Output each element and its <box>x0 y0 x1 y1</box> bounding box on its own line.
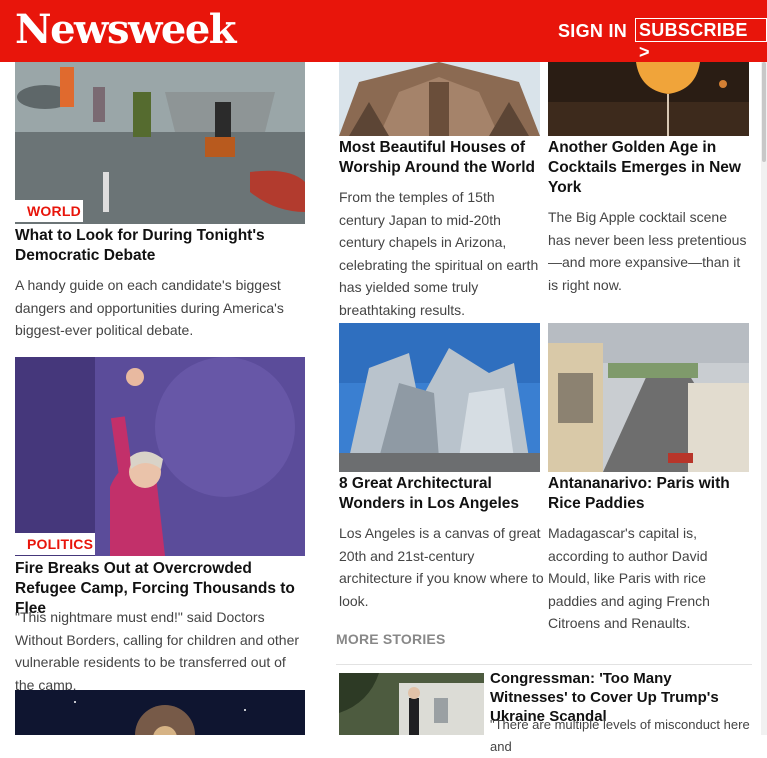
article-headline[interactable]: Antananarivo: Paris with Rice Paddies <box>548 474 753 514</box>
site-header: Newsweek SIGN IN SUBSCRIBE > <box>0 0 767 62</box>
article-summary: "This nightmare must end!" said Doctors … <box>15 609 300 693</box>
page-scrollbar[interactable] <box>761 62 767 735</box>
article-summary: The Big Apple cocktail scene has never b… <box>548 209 747 293</box>
article-summary: From the temples of 15th century Japan t… <box>339 189 539 318</box>
article-headline[interactable]: Most Beautiful Houses of Worship Around … <box>339 138 539 178</box>
subscribe-button[interactable]: SUBSCRIBE > <box>635 18 767 62</box>
cocktail-photo[interactable] <box>548 62 749 136</box>
category-tag[interactable]: WORLD <box>15 200 83 222</box>
space-photo[interactable] <box>15 690 305 735</box>
temple-photo[interactable] <box>339 62 540 136</box>
section-divider <box>336 664 752 665</box>
politician-photo[interactable] <box>15 357 305 556</box>
whitehouse-photo[interactable] <box>339 673 484 735</box>
concert-hall-photo[interactable] <box>339 323 540 472</box>
article-headline[interactable]: Another Golden Age in Cocktails Emerges … <box>548 138 748 198</box>
article-headline[interactable]: What to Look for During Tonight's Democr… <box>15 226 295 266</box>
more-stories-heading: MORE STORIES <box>336 631 446 647</box>
article-headline[interactable]: 8 Great Architectural Wonders in Los Ang… <box>339 474 539 514</box>
more-story-summary: "There are multiple levels of misconduct… <box>490 717 750 754</box>
article-summary: Los Angeles is a canvas of great 20th an… <box>339 525 544 609</box>
newsweek-logo[interactable]: Newsweek <box>15 4 237 56</box>
article-summary: Madagascar's capital is, according to au… <box>548 525 710 631</box>
category-tag[interactable]: POLITICS <box>15 533 96 555</box>
scrollbar-thumb[interactable] <box>762 62 766 162</box>
city-street-photo[interactable] <box>548 323 749 472</box>
sign-in-link[interactable]: SIGN IN <box>558 20 627 42</box>
article-summary: A handy guide on each candidate's bigges… <box>15 277 284 338</box>
